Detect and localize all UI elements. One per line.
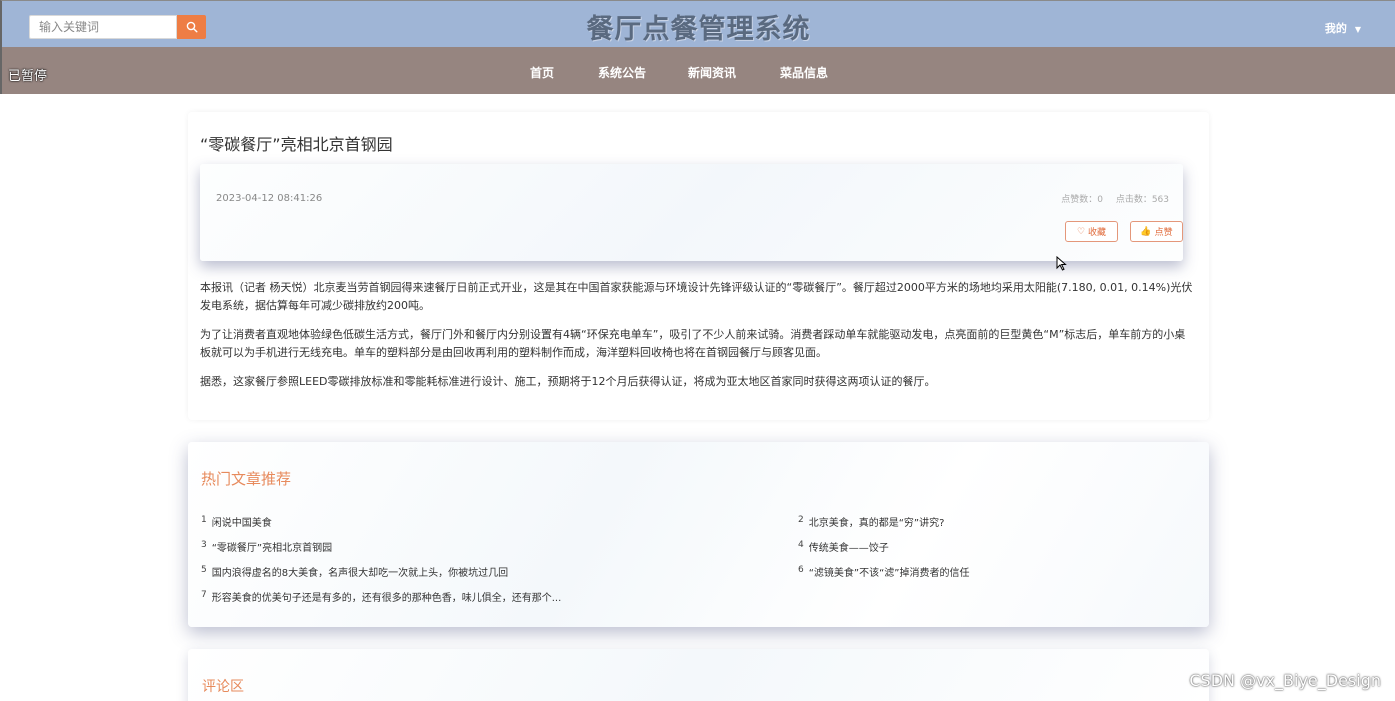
- hot-article-link[interactable]: 闲说中国美食: [212, 518, 272, 529]
- hot-article-link[interactable]: “零碳餐厅”亮相北京首钢园: [212, 543, 332, 554]
- nav-item-announcements[interactable]: 系统公告: [598, 64, 646, 81]
- favorite-button[interactable]: ♡ 收藏: [1065, 221, 1118, 242]
- like-label: 点赞: [1154, 228, 1173, 238]
- hot-article-item[interactable]: 2 北京美食，真的都是“穷”讲究?: [798, 514, 944, 529]
- rank-number: 7: [201, 589, 207, 600]
- hot-article-link[interactable]: 传统美食——饺子: [809, 543, 889, 554]
- article-stats: 点赞数：0 点击数：563: [1051, 192, 1169, 205]
- comments-card: 评论区: [188, 649, 1209, 701]
- paused-status: 已暂停: [8, 69, 48, 84]
- chevron-down-icon: ▼: [1354, 25, 1361, 34]
- mouse-cursor-icon: [1056, 256, 1067, 271]
- user-menu-label: 我的: [1324, 22, 1347, 35]
- hot-article-item[interactable]: 5 国内浪得虚名的8大美食，名声很大却吃一次就上头，你被坑过几回: [201, 564, 508, 579]
- article-meta-panel: 2023-04-12 08:41:26 点赞数：0 点击数：563 ♡ 收藏 👍…: [200, 164, 1183, 261]
- click-count: 点击数：563: [1115, 195, 1169, 205]
- hot-article-link[interactable]: 形容美食的优美句子还是有多的，还有很多的那种色香，味儿俱全，还有那个...: [212, 593, 562, 604]
- hot-article-item[interactable]: 4 传统美食——饺子: [798, 539, 889, 554]
- thumbs-up-icon: 👍: [1140, 226, 1152, 237]
- csdn-watermark: CSDN @vx_Biye_Design: [1189, 671, 1381, 690]
- rank-number: 3: [201, 539, 207, 550]
- article-paragraph: 据悉，这家餐厅参照LEED零碳排放标准和零能耗标准进行设计、施工，预期将于12个…: [200, 375, 936, 388]
- user-menu[interactable]: 我的 ▼: [1325, 20, 1361, 36]
- rank-number: 4: [798, 539, 804, 550]
- publish-date: 2023-04-12 08:41:26: [216, 193, 323, 204]
- article-paragraph: 本报讯（记者 杨天悦）北京麦当劳首钢园得来速餐厅日前正式开业，这是其在中国首家获…: [200, 281, 1193, 312]
- heart-icon: ♡: [1076, 226, 1086, 237]
- top-header: 输入关键词 餐厅点餐管理系统 我的 ▼: [0, 0, 1395, 47]
- site-title: 餐厅点餐管理系统: [586, 14, 811, 45]
- rank-number: 2: [798, 514, 804, 525]
- hot-article-item[interactable]: 6 “滤镜美食”不该“滤”掉消费者的信任: [798, 564, 969, 579]
- hot-articles-card: 热门文章推荐 1 闲说中国美食 2 北京美食，真的都是“穷”讲究? 3 “零碳餐厅”亮…: [188, 442, 1209, 627]
- hot-article-item[interactable]: 1 闲说中国美食: [201, 514, 272, 529]
- hot-articles-title: 热门文章推荐: [201, 470, 292, 488]
- rank-number: 6: [798, 564, 804, 575]
- nav-item-news[interactable]: 新闻资讯: [688, 64, 736, 81]
- hot-article-item[interactable]: 3 “零碳餐厅”亮相北京首钢园: [201, 539, 332, 554]
- nav-item-home[interactable]: 首页: [530, 64, 554, 81]
- favorite-label: 收藏: [1088, 228, 1107, 238]
- comments-title: 评论区: [202, 679, 244, 695]
- hot-article-link[interactable]: “滤镜美食”不该“滤”掉消费者的信任: [809, 568, 970, 579]
- nav-item-dishes[interactable]: 菜品信息: [780, 64, 828, 81]
- article-title: “零碳餐厅”亮相北京首钢园: [200, 135, 393, 154]
- article-paragraph: 为了让消费者直观地体验绿色低碳生活方式，餐厅门外和餐厅内分别设置有4辆“环保充电…: [200, 328, 1186, 359]
- main-nav: 已暂停 首页 系统公告 新闻资讯 菜品信息: [0, 47, 1395, 94]
- like-button[interactable]: 👍 点赞: [1130, 221, 1183, 242]
- like-count: 点赞数：0: [1061, 195, 1103, 205]
- hot-article-link[interactable]: 国内浪得虚名的8大美食，名声很大却吃一次就上头，你被坑过几回: [212, 568, 508, 579]
- hot-article-item[interactable]: 7 形容美食的优美句子还是有多的，还有很多的那种色香，味儿俱全，还有那个...: [201, 589, 561, 604]
- rank-number: 5: [201, 564, 207, 575]
- hot-article-link[interactable]: 北京美食，真的都是“穷”讲究?: [809, 518, 945, 529]
- rank-number: 1: [201, 514, 207, 525]
